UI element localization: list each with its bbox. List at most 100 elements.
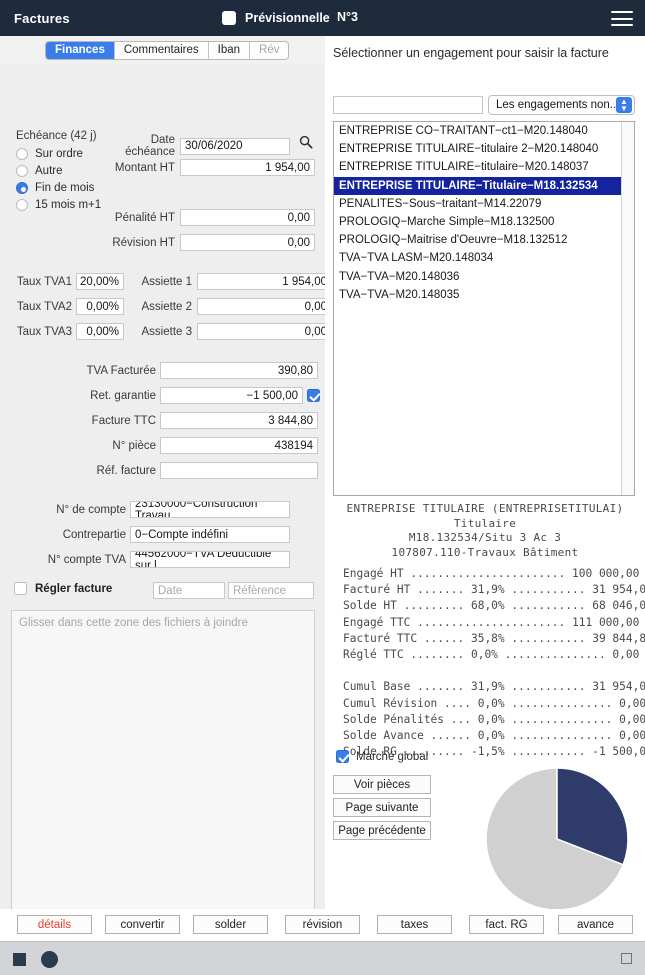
- page-precedente-button[interactable]: Page précédente: [333, 821, 431, 840]
- revision-button[interactable]: révision: [285, 915, 360, 934]
- convertir-button[interactable]: convertir: [105, 915, 180, 934]
- avance-button[interactable]: avance: [558, 915, 633, 934]
- tab-bar: Finances Commentaires Iban Rév: [0, 36, 325, 64]
- invoice-number: N°3: [337, 10, 358, 24]
- date-echeance-input[interactable]: 30/06/2020: [180, 137, 290, 155]
- radio-label: Fin de mois: [35, 182, 95, 194]
- radio-autre[interactable]: Autre: [16, 165, 63, 177]
- regler-date-input[interactable]: Date: [153, 582, 225, 599]
- field-tva-facturee: TVA Facturée 390,80: [68, 362, 318, 379]
- field-n-de-compte: N° de compte 23130000−Construction Trava…: [28, 501, 290, 518]
- field-revision-ht: Révision HT 0,00: [105, 234, 315, 251]
- list-item[interactable]: PROLOGIQ−Marche Simple−M18.132500: [334, 213, 634, 231]
- list-item[interactable]: TVA−TVA−M20.148035: [334, 286, 634, 304]
- field-facture-ttc: Facture TTC 3 844,80: [68, 412, 318, 429]
- radio-sur-ordre[interactable]: Sur ordre: [16, 148, 83, 160]
- assiette-label: Assiette 2: [141, 300, 193, 313]
- field-label: Facture TTC: [91, 414, 156, 427]
- chevron-updown-icon[interactable]: ▲ ▼: [616, 97, 632, 113]
- list-item[interactable]: PROLOGIQ−Maitrise d'Oeuvre−M18.132512: [334, 231, 634, 249]
- montant-ht-input[interactable]: 1 954,00: [180, 159, 315, 176]
- radio-label: 15 mois m+1: [35, 199, 102, 211]
- fact-rg-button[interactable]: fact. RG: [469, 915, 544, 934]
- tab-iban[interactable]: Iban: [208, 41, 251, 59]
- field-label: Pénalité HT: [114, 211, 175, 224]
- regler-reference-input[interactable]: Réfèrence: [228, 582, 314, 599]
- ret-garantie-checkbox[interactable]: [307, 389, 320, 402]
- tab-finances[interactable]: Finances: [46, 41, 115, 59]
- hamburger-icon[interactable]: [611, 11, 633, 26]
- regler-facture-checkbox[interactable]: [14, 582, 27, 595]
- radio-icon[interactable]: [16, 165, 28, 177]
- field-label: TVA Facturée: [86, 364, 156, 377]
- field-label: Réf. facture: [96, 464, 156, 477]
- tva-facturee-input[interactable]: 390,80: [160, 362, 318, 379]
- previsionnelle-checkbox[interactable]: [222, 11, 236, 25]
- facture-ttc-input[interactable]: 3 844,80: [160, 412, 318, 429]
- details-button[interactable]: détails: [17, 915, 92, 934]
- square-icon[interactable]: [13, 953, 26, 966]
- assiette-label: Assiette 1: [141, 275, 193, 288]
- action-toolbar: détails convertir solder révision taxes …: [0, 909, 645, 941]
- field-label: Montant HT: [114, 161, 175, 174]
- radio-15-mois[interactable]: 15 mois m+1: [16, 199, 101, 211]
- n-de-compte-input[interactable]: 23130000−Construction Travau: [130, 501, 290, 518]
- radio-label: Autre: [35, 165, 63, 177]
- top-bar: Factures Prévisionnelle N°3: [0, 0, 645, 36]
- marche-global-checkbox[interactable]: [336, 750, 349, 763]
- penalite-ht-input[interactable]: 0,00: [180, 209, 315, 226]
- n-compte-tva-input[interactable]: 44562000−TVA Déductible sur l: [130, 551, 290, 568]
- radio-fin-de-mois[interactable]: Fin de mois: [16, 182, 94, 194]
- voir-pieces-button[interactable]: Voir pièces: [333, 775, 431, 794]
- list-item[interactable]: PENALITES−Sous−traitant−M14.22079: [334, 195, 634, 213]
- engagement-filter-select[interactable]: Les engagements non... ▲ ▼: [488, 95, 635, 115]
- engagement-search-input[interactable]: [333, 96, 483, 114]
- tva-rate-label: Taux TVA1: [16, 275, 72, 288]
- field-contrepartie: Contrepartie 0−Compte indéfini: [28, 526, 290, 543]
- contrepartie-input[interactable]: 0−Compte indéfini: [130, 526, 290, 543]
- previsionnelle-toggle[interactable]: Prévisionnelle: [222, 0, 330, 36]
- ref-facture-input[interactable]: [160, 462, 318, 479]
- listbox-scrollbar[interactable]: [621, 122, 634, 495]
- list-item[interactable]: ENTREPRISE TITULAIRE−titulaire−M20.14803…: [334, 158, 634, 176]
- field-label: N° pièce: [112, 439, 156, 452]
- engagement-panel-title: Sélectionner un engagement pour saisir l…: [333, 46, 609, 60]
- page-suivante-button[interactable]: Page suivante: [333, 798, 431, 817]
- finances-form-panel: Echéance (42 j) Sur ordre Autre Fin de m…: [0, 64, 332, 962]
- tab-commentaires[interactable]: Commentaires: [114, 41, 209, 59]
- window-icon[interactable]: [621, 953, 632, 964]
- tva-rate-input[interactable]: 20,00%: [76, 273, 124, 290]
- list-item[interactable]: ENTREPRISE CO−TRAITANT−ct1−M20.148040: [334, 122, 634, 140]
- tva-rate-input[interactable]: 0,00%: [76, 323, 124, 340]
- list-item[interactable]: TVA−TVA LASM−M20.148034: [334, 249, 634, 267]
- field-label: Contrepartie: [62, 528, 126, 541]
- field-date-echeance: Date échéance 30/06/2020: [105, 134, 290, 158]
- solder-button[interactable]: solder: [193, 915, 268, 934]
- ret-garantie-input[interactable]: −1 500,00: [160, 387, 303, 404]
- marche-global-label: Marché global: [356, 750, 429, 763]
- tva-rate-input[interactable]: 0,00%: [76, 298, 124, 315]
- list-item-selected[interactable]: ENTREPRISE TITULAIRE−Titulaire−M18.13253…: [334, 176, 634, 195]
- circle-icon[interactable]: [41, 951, 58, 968]
- dropzone-text: Glisser dans cette zone des fichiers à j…: [19, 617, 248, 629]
- previsionnelle-label: Prévisionnelle: [245, 11, 330, 25]
- echeance-title: Echéance (42 j): [16, 130, 97, 142]
- taxes-button[interactable]: taxes: [377, 915, 452, 934]
- assiette-input[interactable]: 1 954,00: [197, 273, 332, 290]
- marche-global-group[interactable]: Marché global: [336, 750, 428, 763]
- search-icon[interactable]: [299, 135, 313, 149]
- app-title: Factures: [14, 10, 70, 26]
- tab-rev[interactable]: Rév: [250, 41, 289, 59]
- assiette-input[interactable]: 0,00: [197, 323, 332, 340]
- radio-icon[interactable]: [16, 148, 28, 160]
- radio-icon[interactable]: [16, 199, 28, 211]
- revision-ht-input[interactable]: 0,00: [180, 234, 315, 251]
- list-item[interactable]: TVA−TVA−M20.148036: [334, 268, 634, 286]
- assiette-input[interactable]: 0,00: [197, 298, 332, 315]
- list-item[interactable]: ENTREPRISE TITULAIRE−titulaire 2−M20.148…: [334, 140, 634, 158]
- field-label: Ret. garantie: [90, 389, 156, 402]
- engagement-info-header: ENTREPRISE TITULAIRE (ENTREPRISETITULAI)…: [346, 502, 624, 559]
- radio-icon-selected[interactable]: [16, 182, 28, 194]
- engagement-listbox[interactable]: ENTREPRISE CO−TRAITANT−ct1−M20.148040 EN…: [333, 121, 635, 496]
- n-piece-input[interactable]: 438194: [160, 437, 318, 454]
